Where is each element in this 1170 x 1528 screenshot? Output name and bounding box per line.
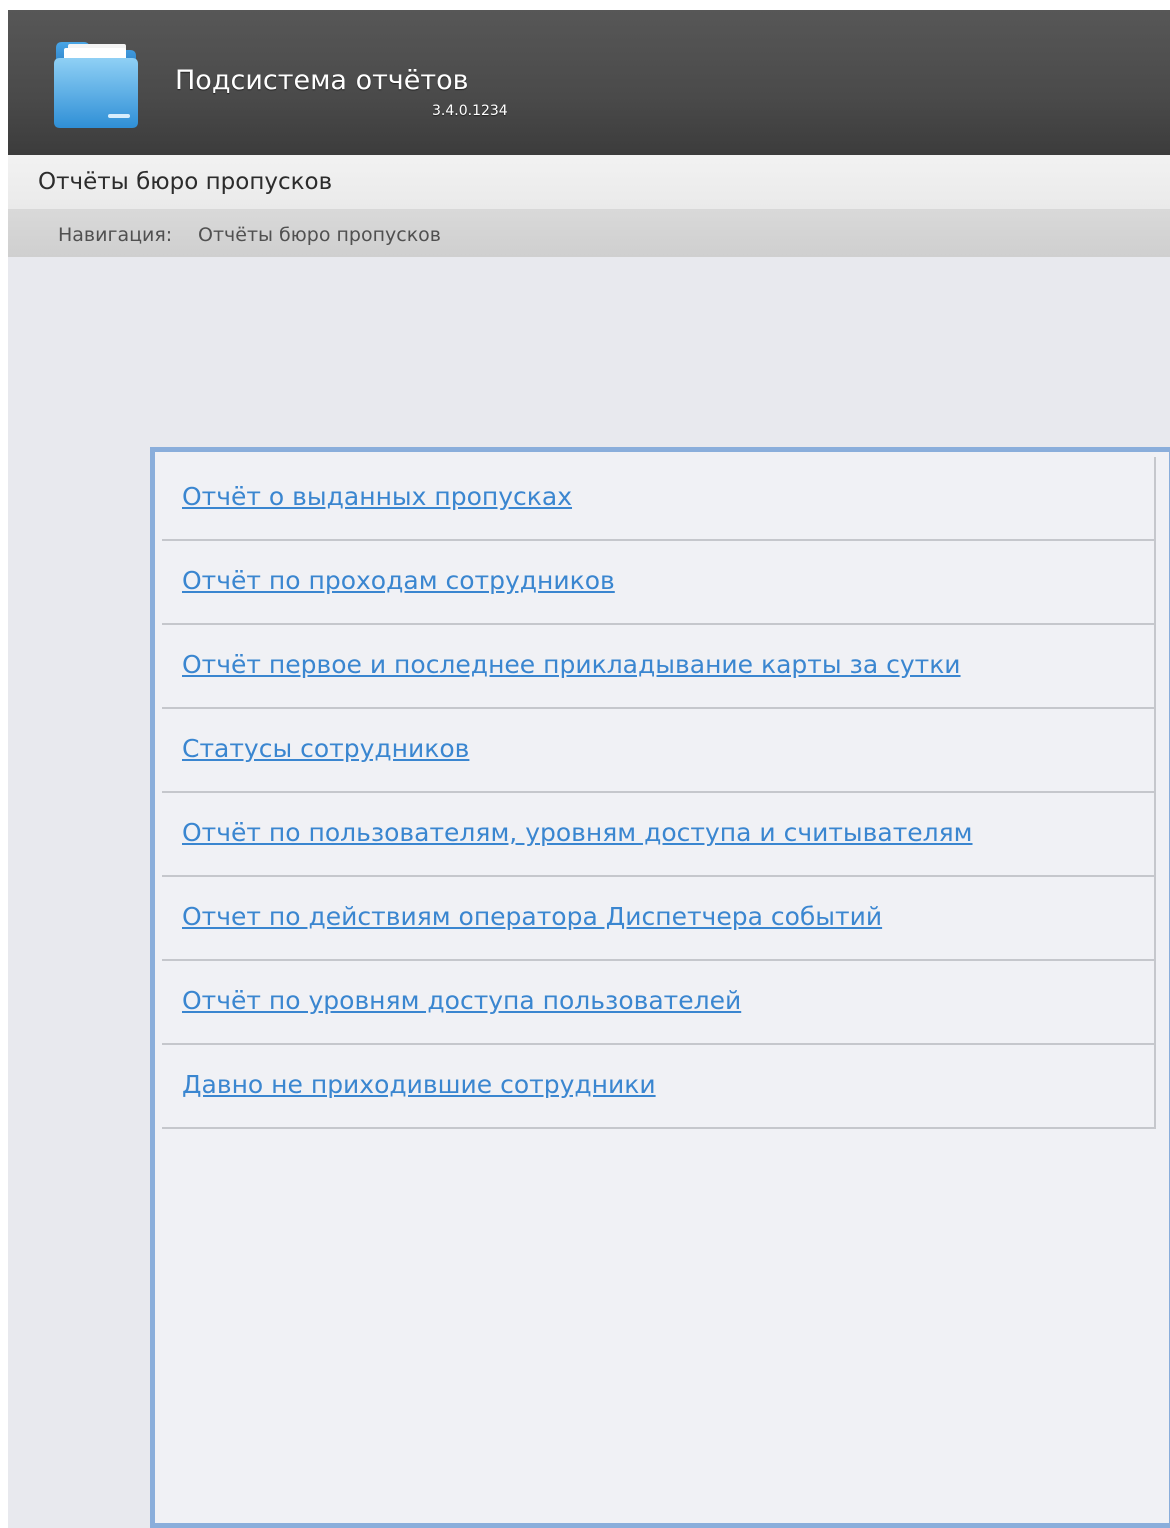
folder-icon <box>54 42 138 128</box>
report-list-item: Отчёт по проходам сотрудников <box>162 541 1156 625</box>
app-title: Подсистема отчётов <box>175 65 469 96</box>
breadcrumb: Навигация: Отчёты бюро пропусков <box>8 210 1170 257</box>
app-frame: Подсистема отчётов 3.4.0.1234 Отчёты бюр… <box>8 10 1170 1528</box>
report-list-item: Отчёт первое и последнее прикладывание к… <box>162 625 1156 709</box>
report-link-absent-employees[interactable]: Давно не приходившие сотрудники <box>182 1070 656 1099</box>
report-list-item: Отчёт по пользователям, уровням доступа … <box>162 793 1156 877</box>
report-link-first-last-card[interactable]: Отчёт первое и последнее прикладывание к… <box>182 650 961 679</box>
report-list-item: Статусы сотрудников <box>162 709 1156 793</box>
report-list: Отчёт о выданных пропусках Отчёт по прох… <box>162 457 1156 1129</box>
report-link-users-access-readers[interactable]: Отчёт по пользователям, уровням доступа … <box>182 818 973 847</box>
report-list-panel: Отчёт о выданных пропусках Отчёт по прох… <box>150 447 1170 1528</box>
page-title-bar: Отчёты бюро пропусков <box>8 155 1170 210</box>
report-list-item: Отчёт о выданных пропусках <box>162 457 1156 541</box>
report-list-item: Отчёт по уровням доступа пользователей <box>162 961 1156 1045</box>
report-list-item: Давно не приходившие сотрудники <box>162 1045 1156 1129</box>
app-version: 3.4.0.1234 <box>432 103 508 119</box>
report-list-item: Отчет по действиям оператора Диспетчера … <box>162 877 1156 961</box>
page-title: Отчёты бюро пропусков <box>38 169 333 195</box>
report-link-employee-passages[interactable]: Отчёт по проходам сотрудников <box>182 566 615 595</box>
report-link-issued-passes[interactable]: Отчёт о выданных пропусках <box>182 482 572 511</box>
report-link-employee-statuses[interactable]: Статусы сотрудников <box>182 734 469 763</box>
report-link-operator-actions[interactable]: Отчет по действиям оператора Диспетчера … <box>182 902 882 931</box>
breadcrumb-current: Отчёты бюро пропусков <box>198 224 442 246</box>
report-link-user-access-levels[interactable]: Отчёт по уровням доступа пользователей <box>182 986 741 1015</box>
breadcrumb-label: Навигация: <box>58 224 173 246</box>
app-header: Подсистема отчётов 3.4.0.1234 <box>8 10 1170 155</box>
